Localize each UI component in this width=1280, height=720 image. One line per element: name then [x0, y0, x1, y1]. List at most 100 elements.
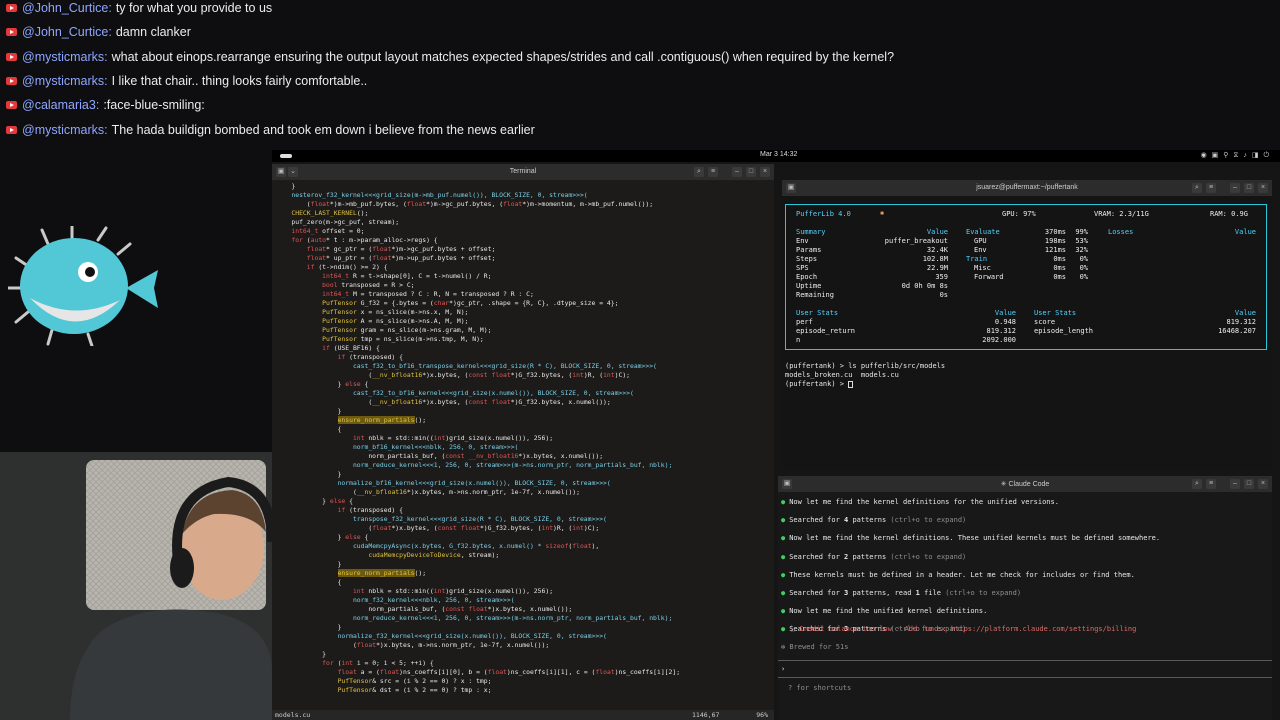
- code-token: cudaMemcpyAsync(x.bytes, G_f32.bytes, x.…: [352, 542, 546, 550]
- activities-button[interactable]: [280, 154, 292, 158]
- code-token: *)x.bytes, m->ns.norm_ptr, 1e-7f, x.nume…: [406, 488, 580, 496]
- code-token: )ns_coeffs[i][0], b = (: [399, 668, 488, 676]
- code-line: normalize_f32_kernel<<<grid_size(x.numel…: [276, 632, 770, 641]
- search-icon[interactable]: ⌕: [1192, 479, 1202, 489]
- close-icon[interactable]: ×: [760, 167, 770, 177]
- losses-header: Losses: [1108, 228, 1134, 236]
- puffer-shell-output[interactable]: (puffertank) > ls pufferlib/src/models mo…: [785, 362, 945, 389]
- summary-label: Params: [796, 246, 822, 254]
- code-token: float: [372, 245, 392, 253]
- vram-usage: VRAM: 2.3/11G: [1094, 210, 1149, 218]
- code-token: (transposed) {: [345, 353, 403, 361]
- minimize-icon[interactable]: –: [1230, 479, 1240, 489]
- code-token: }: [276, 623, 342, 631]
- status-dot-icon: ●: [781, 570, 786, 579]
- chat-username[interactable]: @mysticmarks:: [22, 50, 108, 64]
- code-token: __nv_bfloat16: [372, 371, 423, 379]
- editor-titlebar[interactable]: ▣ ⌄ Terminal ⌕ ≡ – □ ×: [272, 164, 774, 180]
- brewed-status: ✻ Brewed for 51s: [781, 643, 849, 651]
- claude-code-terminal-window[interactable]: ▣ ✳ Claude Code ⌕ ≡ – □ × ● Now let me fi…: [778, 476, 1272, 720]
- code-token: (: [276, 398, 373, 406]
- transcript-token: These kernels must be defined in a heade…: [789, 570, 1135, 579]
- chat-username[interactable]: @calamaria3:: [22, 98, 99, 112]
- chat-username[interactable]: @mysticmarks:: [22, 123, 108, 137]
- code-token: float: [503, 200, 523, 208]
- chat-text: what about einops.rearrange ensuring the…: [111, 49, 895, 64]
- code-token: )ns_coeffs[i][1], c = (: [506, 668, 596, 676]
- status-dot-icon: ●: [781, 516, 786, 525]
- code-token: * t : m->param_alloc->regs) {: [326, 236, 438, 244]
- puffertank-terminal-window[interactable]: ▣ jsuarez@puffermaxt:~/puffertank ⌕ ≡ – …: [782, 180, 1272, 470]
- transcript-token: patterns: [848, 516, 891, 525]
- code-line: {: [276, 578, 770, 587]
- summary-value: 359: [935, 273, 948, 281]
- chat-username[interactable]: @John_Curtice:: [22, 25, 112, 39]
- puffer-titlebar[interactable]: ▣ jsuarez@puffermaxt:~/puffertank ⌕ ≡ – …: [782, 180, 1272, 196]
- search-icon[interactable]: ⌕: [1192, 183, 1202, 193]
- clock[interactable]: Mar 3 14:32: [760, 151, 797, 158]
- code-line: bool transposed = R > C;: [276, 281, 770, 290]
- code-line: cast_f32_to_bf16_transpose_kernel<<<grid…: [276, 362, 770, 371]
- system-tray[interactable]: ◉▣⚲⧖♪◨⏻: [1201, 151, 1274, 160]
- transcript-line: ● Now let me find the kernel definitions …: [781, 498, 1059, 506]
- user-stats-right-header: User Stats: [1034, 309, 1077, 317]
- pufferfish-tail: [126, 270, 158, 308]
- code-token: char: [433, 299, 450, 307]
- code-token: (t->ndim() >= 2) {: [314, 263, 388, 271]
- code-line: float* up_ptr = (float*)m->up_puf.bytes …: [276, 254, 770, 263]
- summary-value: 102.8M: [922, 255, 948, 263]
- transcript-token: (ctrl+o to expand): [945, 589, 1022, 597]
- code-editor[interactable]: } nesterov_f32_kernel<<<grid_size(m->mb_…: [276, 182, 770, 702]
- menu-icon[interactable]: ≡: [1206, 183, 1216, 193]
- maximize-icon[interactable]: □: [1244, 479, 1254, 489]
- code-token: *)G_f32.bytes, x.numel());: [510, 398, 611, 406]
- code-token: norm_reduce_kernel<<<1, 256, 0, stream>>…: [352, 614, 673, 622]
- code-token: }: [276, 650, 327, 658]
- code-token: float: [310, 200, 330, 208]
- minimize-icon[interactable]: –: [732, 167, 742, 177]
- summary-value: puffer_breakout: [884, 237, 948, 245]
- summary-value: 22.9M: [926, 264, 948, 272]
- code-token: {: [360, 533, 369, 541]
- code-line: (__nv_bfloat16*)x.bytes, m->ns.norm_ptr,…: [276, 488, 770, 497]
- code-token: float: [337, 668, 357, 676]
- code-line: cast_f32_to_bf16_kernel<<<grid_size(x.nu…: [276, 389, 770, 398]
- code-token: else: [329, 497, 346, 505]
- perf-label: Forward: [974, 273, 1004, 281]
- code-line: norm_bf16_kernel<<<nblk, 256, 0, stream>…: [276, 443, 770, 452]
- code-token: CHECK_LAST_KERNEL: [291, 209, 357, 217]
- editor-terminal-window[interactable]: ▣ ⌄ Terminal ⌕ ≡ – □ × } nesterov_f32_ke…: [272, 164, 774, 720]
- menu-icon[interactable]: ≡: [708, 167, 718, 177]
- chat-username[interactable]: @mysticmarks:: [22, 74, 108, 88]
- code-token: const float: [445, 605, 488, 613]
- code-token: }: [276, 560, 342, 568]
- code-token: }: [276, 407, 342, 415]
- claude-titlebar[interactable]: ▣ ✳ Claude Code ⌕ ≡ – □ ×: [778, 476, 1272, 492]
- shell-line: (puffertank) > ls pufferlib/src/models: [785, 362, 946, 370]
- prompt-input[interactable]: ›: [778, 660, 1272, 678]
- menu-icon[interactable]: ≡: [1206, 479, 1216, 489]
- perf-pct: 0%: [1079, 273, 1088, 281]
- shell-line: models_broken.cu models.cu: [785, 371, 899, 379]
- user-stat-label: episode_length: [1034, 327, 1094, 335]
- code-token: }: [276, 533, 346, 541]
- code-token: *)m->momentum, m->mb_puf.numel());: [522, 200, 654, 208]
- maximize-icon[interactable]: □: [746, 167, 756, 177]
- code-token: float: [487, 668, 507, 676]
- code-line: float* gc_ptr = (float*)m->gc_puf.bytes …: [276, 245, 770, 254]
- code-line: }: [276, 407, 770, 416]
- minimize-icon[interactable]: –: [1230, 183, 1240, 193]
- transcript-token: Now let me find the kernel definitions f…: [789, 498, 1059, 506]
- search-icon[interactable]: ⌕: [694, 167, 704, 177]
- maximize-icon[interactable]: □: [1244, 183, 1254, 193]
- status-dot-icon: ●: [781, 607, 786, 616]
- close-icon[interactable]: ×: [1258, 479, 1268, 489]
- close-icon[interactable]: ×: [1258, 183, 1268, 193]
- chat-username[interactable]: @John_Curtice:: [22, 1, 112, 15]
